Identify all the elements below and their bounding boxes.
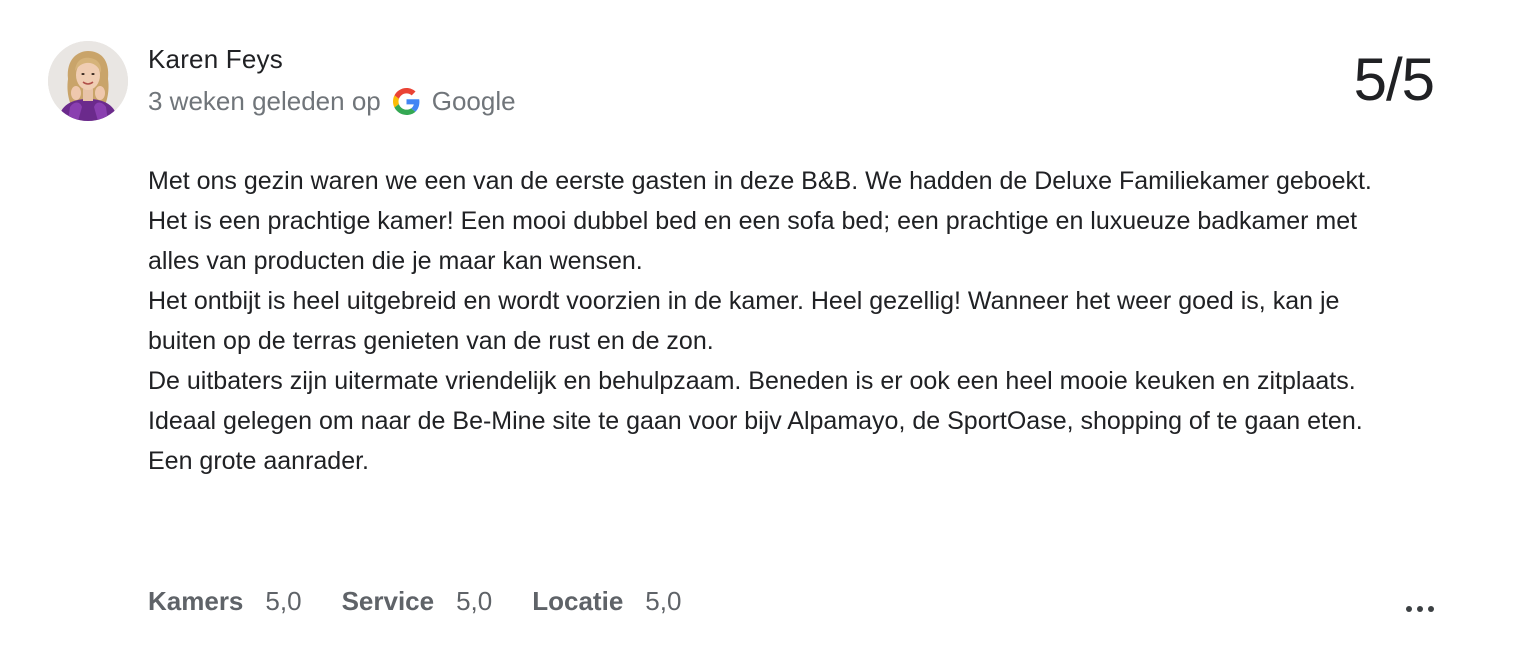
rating-value: 5,0 <box>456 585 493 616</box>
avatar-image <box>48 41 128 121</box>
google-g-icon <box>392 87 420 115</box>
rating-label: Locatie <box>532 585 624 616</box>
rating-locatie: Locatie 5,0 <box>532 586 681 617</box>
review-text: Met ons gezin waren we een van de eerste… <box>148 161 1388 481</box>
rating-kamers: Kamers 5,0 <box>148 586 302 617</box>
review-paragraph: Het ontbijt is heel uitgebreid en wordt … <box>148 287 1340 355</box>
avatar[interactable] <box>48 41 128 121</box>
review-time: 3 weken geleden op <box>148 85 381 116</box>
review-paragraph: De uitbaters zijn uitermate vriendelijk … <box>148 367 1356 395</box>
review-paragraph: Met ons gezin waren we een van de eerste… <box>148 167 1372 275</box>
rating-service: Service 5,0 <box>342 586 493 617</box>
review-paragraph: Een grote aanrader. <box>148 447 369 475</box>
more-options-button[interactable] <box>1400 595 1440 623</box>
rating-label: Kamers <box>148 585 244 616</box>
category-ratings: Kamers 5,0 Service 5,0 Locatie 5,0 <box>148 582 721 620</box>
rating-value: 5,0 <box>645 585 682 616</box>
review-score: 5/5 <box>1353 46 1435 113</box>
review-card: Karen Feys 3 weken geleden op Google 5/5… <box>0 0 1514 650</box>
reviewer-name[interactable]: Karen Feys <box>148 44 283 75</box>
more-horizontal-icon <box>1406 606 1412 612</box>
review-source: Google <box>431 85 516 116</box>
review-paragraph: Ideaal gelegen om naar de Be-Mine site t… <box>148 407 1363 435</box>
rating-value: 5,0 <box>265 585 302 616</box>
rating-label: Service <box>341 585 435 616</box>
review-meta: 3 weken geleden op Google <box>148 84 516 118</box>
